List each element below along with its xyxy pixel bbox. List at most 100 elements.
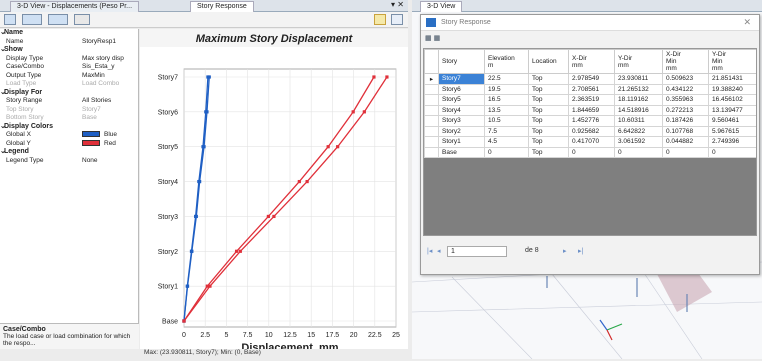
property-row[interactable]: Name StoryResp1: [0, 38, 138, 47]
column-header[interactable]: Y-Dir mm: [614, 49, 663, 74]
table-cell[interactable]: 19.388240: [708, 83, 756, 95]
table-cell[interactable]: 10.60311: [614, 115, 663, 127]
table-cell[interactable]: 13.139477: [708, 104, 756, 116]
data-point[interactable]: [206, 75, 210, 79]
data-point[interactable]: [197, 179, 201, 184]
property-value[interactable]: Max story disp: [82, 55, 124, 64]
table-cell[interactable]: Story2: [438, 125, 485, 137]
export-icon[interactable]: [74, 14, 90, 25]
property-value[interactable]: All Stories: [82, 97, 111, 106]
record-input[interactable]: 1: [447, 246, 507, 257]
property-value[interactable]: StoryResp1: [82, 38, 116, 47]
table-cell[interactable]: 16.5: [484, 94, 529, 106]
column-header[interactable]: Location: [528, 49, 569, 74]
table-cell[interactable]: 0.509623: [662, 73, 709, 85]
table-cell[interactable]: Top: [528, 73, 569, 85]
table-cell[interactable]: 2.363519: [568, 94, 615, 106]
table-cell[interactable]: Top: [528, 146, 569, 158]
property-value[interactable]: Story7: [82, 106, 101, 115]
data-point[interactable]: [297, 179, 301, 184]
column-header[interactable]: Y-Dir Min mm: [708, 49, 756, 74]
table-cell[interactable]: 6.642822: [614, 125, 663, 137]
column-header[interactable]: Elevation m: [484, 49, 529, 74]
close-icon[interactable]: ✕: [397, 0, 404, 9]
data-point[interactable]: [182, 319, 186, 323]
table-cell[interactable]: 5.967615: [708, 125, 756, 137]
data-point[interactable]: [204, 110, 208, 114]
table-cell[interactable]: Top: [528, 83, 569, 95]
table-cell[interactable]: 2.708561: [568, 83, 615, 95]
table-cell[interactable]: 2.749396: [708, 136, 756, 148]
property-row[interactable]: Output Type MaxMin: [0, 72, 138, 81]
close-icon[interactable]: ✕: [743, 17, 751, 28]
table-cell[interactable]: Top: [528, 104, 569, 116]
property-category[interactable]: ⌄ Name: [0, 29, 138, 38]
table-cell[interactable]: Base: [438, 146, 485, 158]
data-point[interactable]: [351, 110, 355, 114]
data-point[interactable]: [372, 75, 376, 79]
property-row[interactable]: Case/Combo Sis_Esta_y: [0, 63, 138, 72]
table-cell[interactable]: 0.187426: [662, 115, 709, 127]
table-cell[interactable]: Story5: [438, 94, 485, 106]
table-cell[interactable]: Top: [528, 94, 569, 106]
table-cell[interactable]: 0: [484, 146, 529, 158]
copy-grid-icon[interactable]: ▦: [434, 35, 441, 42]
table-options-icon[interactable]: [48, 14, 68, 25]
table-row[interactable]: Story4 13.5 Top 1.844659 14.518916 0.272213 13…: [424, 104, 756, 116]
data-point[interactable]: [201, 145, 205, 149]
tab-3d-view[interactable]: 3-D View: [420, 1, 463, 12]
table-cell[interactable]: 18.119162: [614, 94, 663, 106]
data-point[interactable]: [362, 110, 366, 114]
table-cell[interactable]: 23.930811: [614, 73, 663, 85]
table-cell[interactable]: 2.978549: [568, 73, 615, 85]
column-header[interactable]: Story: [438, 49, 485, 74]
data-point[interactable]: [234, 249, 239, 253]
table-row[interactable]: Story6 19.5 Top 2.708561 21.265132 0.434122 19…: [424, 83, 756, 95]
table-cell[interactable]: 3.061592: [614, 136, 663, 148]
next-record-icon[interactable]: ▸: [563, 247, 567, 255]
data-point[interactable]: [205, 284, 209, 288]
table-cell[interactable]: 0: [662, 146, 709, 158]
property-category[interactable]: ⌄ Display Colors: [0, 123, 138, 132]
property-category[interactable]: ⌄ Legend: [0, 148, 138, 157]
table-cell[interactable]: 0.417070: [568, 136, 615, 148]
property-value[interactable]: Load Combo: [82, 80, 119, 89]
table-cell[interactable]: 0: [568, 146, 615, 158]
table-cell[interactable]: Story7: [438, 73, 485, 85]
property-category[interactable]: ⌄ Display For: [0, 89, 138, 98]
property-value[interactable]: MaxMin: [82, 72, 105, 81]
table-cell[interactable]: Story6: [438, 83, 485, 95]
data-point[interactable]: [385, 75, 389, 79]
data-point[interactable]: [272, 214, 276, 219]
property-row[interactable]: Display Type Max story disp: [0, 55, 138, 64]
table-cell[interactable]: 0: [708, 146, 756, 158]
first-record-icon[interactable]: |◂: [427, 247, 432, 255]
table-cell[interactable]: 14.518916: [614, 104, 663, 116]
table-cell[interactable]: Story1: [438, 136, 485, 148]
property-value[interactable]: Blue: [82, 131, 117, 140]
property-row[interactable]: Global Y Red: [0, 140, 138, 149]
property-value[interactable]: Base: [82, 114, 97, 123]
prev-record-icon[interactable]: ◂: [437, 247, 441, 255]
table-row[interactable]: Story3 10.5 Top 1.452776 10.60311 0.187426 9.5…: [424, 115, 756, 127]
data-point[interactable]: [266, 214, 270, 219]
property-row[interactable]: Load Type Load Combo: [0, 80, 138, 89]
tab-3d-view-displacements[interactable]: 3-D View - Displacements (Peso Pr...: [10, 1, 140, 12]
property-row[interactable]: Legend Type None: [0, 157, 138, 166]
data-point[interactable]: [189, 249, 194, 253]
column-header[interactable]: X-Dir mm: [568, 49, 615, 74]
table-cell[interactable]: 0.044882: [662, 136, 709, 148]
property-value[interactable]: None: [82, 157, 98, 166]
table-cell[interactable]: 21.265132: [614, 83, 663, 95]
table-cell[interactable]: 1.844659: [568, 104, 615, 116]
table-cell[interactable]: Top: [528, 115, 569, 127]
table-row[interactable]: Story5 16.5 Top 2.363519 18.119162 0.355963 16…: [424, 94, 756, 106]
last-record-icon[interactable]: ▸|: [578, 247, 583, 255]
table-cell[interactable]: Story4: [438, 104, 485, 116]
table-cell[interactable]: 0.434122: [662, 83, 709, 95]
data-point[interactable]: [185, 284, 189, 288]
table-cell[interactable]: 16.456102: [708, 94, 756, 106]
table-cell[interactable]: 1.452776: [568, 115, 615, 127]
data-point[interactable]: [305, 179, 309, 184]
table-cell[interactable]: 0: [614, 146, 663, 158]
